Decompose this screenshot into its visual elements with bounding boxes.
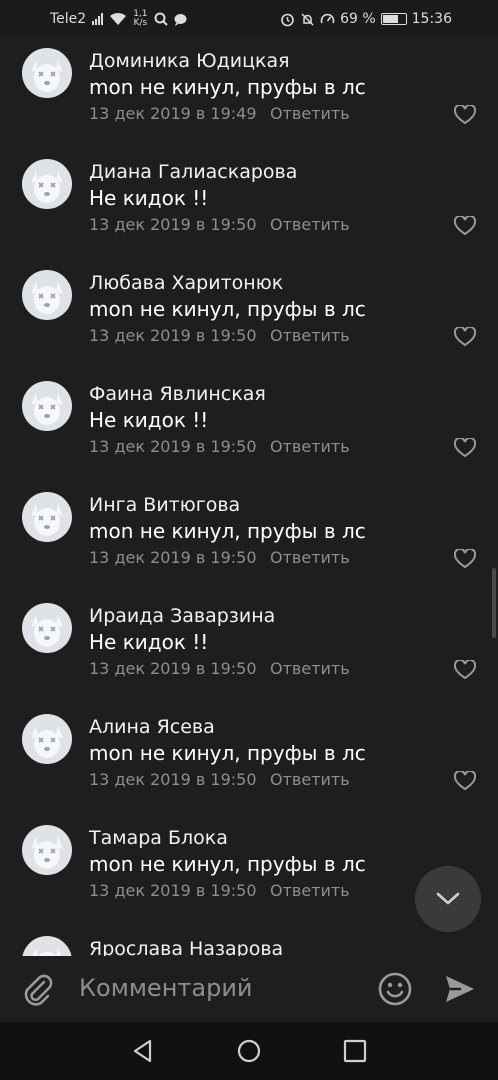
comment-item: Диана Галиаскарова Не кидок !! 13 дек 2019… <box>0 153 498 264</box>
signal-icon <box>92 13 104 25</box>
comment-date: 13 дек 2019 в 19:50 <box>89 659 257 678</box>
like-heart-icon[interactable] <box>453 658 477 680</box>
avatar[interactable] <box>22 159 72 209</box>
comment-input[interactable]: Комментарий <box>79 974 253 1002</box>
comment-author[interactable]: Тамара Блока <box>89 827 228 849</box>
like-heart-icon[interactable] <box>453 103 477 125</box>
comment-date: 13 дек 2019 в 19:50 <box>89 215 257 234</box>
comment-item: Ярослава Назарова <box>0 930 498 956</box>
alarm-icon <box>281 13 294 26</box>
battery-icon <box>380 13 407 25</box>
comment-text: Не кидок !! <box>89 186 209 210</box>
like-heart-icon[interactable] <box>453 325 477 347</box>
reply-button[interactable]: Ответить <box>270 548 350 567</box>
avatar[interactable] <box>22 603 72 653</box>
recents-square-icon[interactable] <box>342 1038 368 1064</box>
reply-button[interactable]: Ответить <box>270 215 350 234</box>
message-icon <box>174 13 187 26</box>
avatar[interactable] <box>22 381 72 431</box>
reply-button[interactable]: Ответить <box>270 881 350 900</box>
comment-item: Любава Харитонюк mon не кинул, пруфы в лс… <box>0 264 498 375</box>
home-circle-icon[interactable] <box>236 1038 262 1064</box>
reply-button[interactable]: Ответить <box>270 104 350 123</box>
scrollbar[interactable] <box>492 568 496 638</box>
reply-button[interactable]: Ответить <box>270 437 350 456</box>
reply-button[interactable]: Ответить <box>270 659 350 678</box>
comment-item: Инга Витюгова mon не кинул, пруфы в лс 13 … <box>0 486 498 597</box>
comment-input-bar: Комментарий <box>0 956 498 1022</box>
comment-author[interactable]: Доминика Юдицкая <box>89 50 290 72</box>
comment-item: Фаина Явлинская Не кидок !! 13 дек 2019 в … <box>0 375 498 486</box>
comment-author[interactable]: Инга Витюгова <box>89 494 240 516</box>
like-heart-icon[interactable] <box>453 547 477 569</box>
avatar[interactable] <box>22 936 72 956</box>
like-heart-icon[interactable] <box>453 436 477 458</box>
comment-item: Ираида Заварзина Не кидок !! 13 дек 2019 в… <box>0 597 498 708</box>
comment-list[interactable]: Доминика Юдицкая mon не кинул, пруфы в лс… <box>0 38 498 956</box>
avatar[interactable] <box>22 825 72 875</box>
comment-author[interactable]: Ярослава Назарова <box>89 938 283 956</box>
comment-text: Не кидок !! <box>89 408 209 432</box>
comment-author[interactable]: Фаина Явлинская <box>89 383 266 405</box>
comment-item: Доминика Юдицкая mon не кинул, пруфы в лс… <box>0 42 498 153</box>
comment-date: 13 дек 2019 в 19:50 <box>89 770 257 789</box>
comment-date: 13 дек 2019 в 19:50 <box>89 881 257 900</box>
smiley-icon[interactable] <box>378 972 412 1006</box>
reply-button[interactable]: Ответить <box>270 326 350 345</box>
network-speed: 1,1 K/s <box>133 9 148 28</box>
comment-text: mon не кинул, пруфы в лс <box>89 75 366 99</box>
battery-percent: 69 % <box>340 11 376 27</box>
avatar[interactable] <box>22 48 72 98</box>
comment-date: 13 дек 2019 в 19:50 <box>89 548 257 567</box>
search-icon <box>154 12 168 26</box>
wifi-icon <box>110 12 127 25</box>
like-heart-icon[interactable] <box>453 769 477 791</box>
carrier-label: Tele2 <box>50 11 87 27</box>
mute-icon <box>301 12 314 26</box>
speedometer-icon <box>320 13 335 23</box>
comment-author[interactable]: Диана Галиаскарова <box>89 161 297 183</box>
scroll-down-button[interactable] <box>415 866 481 932</box>
send-arrow-icon[interactable] <box>443 972 477 1006</box>
comment-author[interactable]: Любава Харитонюк <box>89 272 283 294</box>
comment-text: mon не кинул, пруфы в лс <box>89 519 366 543</box>
comment-item: Алина Ясева mon не кинул, пруфы в лс 13 де… <box>0 708 498 819</box>
navigation-bar <box>0 1022 498 1080</box>
comment-author[interactable]: Ираида Заварзина <box>89 605 275 627</box>
avatar[interactable] <box>22 714 72 764</box>
comment-text: Не кидок !! <box>89 630 209 654</box>
comment-author[interactable]: Алина Ясева <box>89 716 215 738</box>
comment-date: 13 дек 2019 в 19:50 <box>89 326 257 345</box>
back-triangle-icon[interactable] <box>130 1038 156 1064</box>
status-bar: Tele2 1,1 K/s 69 % 15:36 <box>0 0 498 38</box>
paperclip-icon[interactable] <box>20 972 56 1008</box>
comment-date: 13 дек 2019 в 19:49 <box>89 104 257 123</box>
reply-button[interactable]: Ответить <box>270 770 350 789</box>
like-heart-icon[interactable] <box>453 214 477 236</box>
avatar[interactable] <box>22 492 72 542</box>
avatar[interactable] <box>22 270 72 320</box>
chevron-down-icon <box>436 892 460 905</box>
comment-text: mon не кинул, пруфы в лс <box>89 297 366 321</box>
comment-text: mon не кинул, пруфы в лс <box>89 852 366 876</box>
clock: 15:36 <box>411 11 452 27</box>
comment-text: mon не кинул, пруфы в лс <box>89 741 366 765</box>
comment-date: 13 дек 2019 в 19:50 <box>89 437 257 456</box>
